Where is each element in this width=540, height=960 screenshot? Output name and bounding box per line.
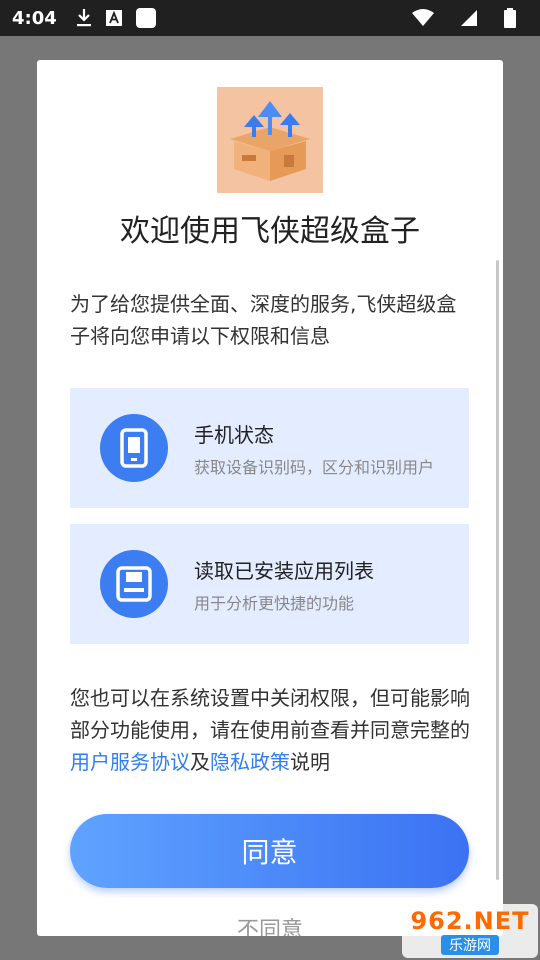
notice-after: 说明 (290, 750, 330, 774)
status-bar: 4:04 (0, 0, 540, 36)
permission-item-phone-state: 手机状态 获取设备识别码，区分和识别用户 (70, 388, 469, 508)
dialog-title: 欢迎使用飞侠超级盒子 (120, 214, 420, 249)
permission-title: 读取已安装应用列表 (194, 558, 374, 583)
permission-dialog: 欢迎使用飞侠超级盒子 为了给您提供全面、深度的服务,飞侠超级盒子将向您申请以下权… (37, 60, 503, 936)
app-logo (217, 87, 323, 193)
user-agreement-link[interactable]: 用户服务协议 (70, 750, 190, 774)
notice-middle: 及 (190, 750, 210, 774)
download-icon (75, 8, 93, 28)
agree-button[interactable]: 同意 (70, 814, 469, 888)
box-upload-icon (230, 101, 310, 181)
notice-text: 您也可以在系统设置中关闭权限，但可能影响部分功能使用，请在使用前查看并同意完整的… (70, 682, 472, 778)
font-a-icon (105, 9, 123, 27)
notice-before: 您也可以在系统设置中关闭权限，但可能影响部分功能使用，请在使用前查看并同意完整的 (70, 686, 470, 742)
signal-icon (460, 9, 478, 27)
status-time: 4:04 (12, 7, 57, 29)
square-app-icon (135, 7, 157, 29)
permission-item-app-list: 读取已安装应用列表 用于分析更快捷的功能 (70, 524, 469, 644)
battery-icon (504, 8, 516, 28)
watermark-logo-text: 962.NET (410, 907, 530, 935)
intro-text: 为了给您提供全面、深度的服务,飞侠超级盒子将向您申请以下权限和信息 (70, 292, 457, 348)
permission-desc: 获取设备识别码，区分和识别用户 (194, 457, 435, 477)
permission-desc: 用于分析更快捷的功能 (194, 593, 355, 613)
watermark-site-name: 乐游网 (441, 935, 499, 955)
storage-icon (100, 550, 168, 618)
phone-icon (100, 414, 168, 482)
dialog-scrollbar[interactable] (496, 260, 499, 880)
permission-title: 手机状态 (194, 422, 274, 447)
wifi-icon (412, 9, 434, 27)
privacy-policy-link[interactable]: 隐私政策 (210, 750, 290, 774)
site-watermark: 962.NET 乐游网 (402, 904, 538, 958)
